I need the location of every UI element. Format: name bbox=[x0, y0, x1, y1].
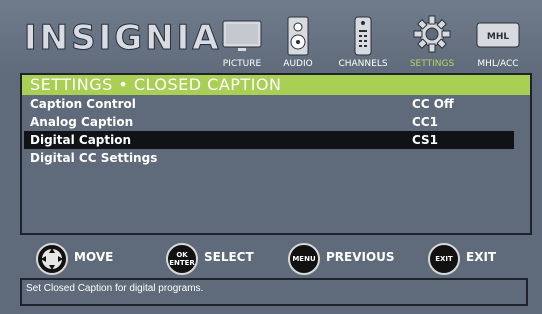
row-label: Caption Control bbox=[30, 97, 136, 111]
tv-icon bbox=[222, 20, 262, 58]
speaker-icon bbox=[287, 16, 309, 60]
row-analog-caption[interactable]: Analog Caption CC1 bbox=[22, 113, 530, 131]
exit-button-icon: EXIT bbox=[428, 243, 460, 275]
top-bar: INSIGNIA PICTURE AUDIO CHANNELS SETTINGS… bbox=[0, 0, 542, 75]
row-label: Digital CC Settings bbox=[30, 151, 158, 165]
row-digital-cc-settings[interactable]: Digital CC Settings bbox=[22, 149, 530, 167]
help-text: Set Closed Caption for digital programs. bbox=[26, 283, 204, 294]
gear-icon bbox=[412, 14, 452, 58]
brand-logo: INSIGNIA bbox=[24, 18, 222, 59]
menu-tabs: PICTURE AUDIO CHANNELS SETTINGS MHL MHL/… bbox=[212, 0, 542, 75]
mhl-icon: MHL bbox=[476, 22, 520, 52]
hint-previous-label: PREVIOUS bbox=[326, 250, 395, 264]
tab-mhl-acc-label: MHL/ACC bbox=[477, 59, 519, 69]
tab-channels[interactable]: CHANNELS bbox=[324, 0, 402, 75]
row-value: CC1 bbox=[412, 115, 438, 129]
row-digital-caption[interactable]: Digital Caption CS1 bbox=[24, 131, 514, 149]
tab-mhl-acc[interactable]: MHL MHL/ACC bbox=[464, 0, 532, 75]
help-text-box: Set Closed Caption for digital programs. bbox=[20, 278, 528, 306]
tab-audio-label: AUDIO bbox=[283, 59, 313, 69]
tab-audio[interactable]: AUDIO bbox=[274, 0, 322, 75]
button-hints: MOVE OK ENTER SELECT MENU PREVIOUS EXIT … bbox=[20, 243, 528, 277]
row-value: CS1 bbox=[412, 133, 439, 147]
row-label: Analog Caption bbox=[30, 115, 134, 129]
tv-menu-screen: INSIGNIA PICTURE AUDIO CHANNELS SETTINGS… bbox=[0, 0, 542, 314]
tab-settings[interactable]: SETTINGS bbox=[402, 0, 462, 75]
settings-panel: SETTINGS • CLOSED CAPTION Caption Contro… bbox=[20, 73, 532, 235]
settings-list: Caption Control CC Off Analog Caption CC… bbox=[22, 95, 530, 167]
mhl-badge-text: MHL bbox=[487, 32, 509, 42]
hint-select-label: SELECT bbox=[204, 250, 254, 264]
hint-exit-label: EXIT bbox=[466, 250, 497, 264]
row-label: Digital Caption bbox=[30, 133, 132, 147]
tab-channels-label: CHANNELS bbox=[338, 59, 388, 69]
dpad-icon bbox=[36, 243, 68, 275]
hint-move-label: MOVE bbox=[74, 250, 114, 264]
page-title: SETTINGS • CLOSED CAPTION bbox=[22, 75, 530, 95]
menu-button-icon: MENU bbox=[288, 243, 320, 275]
row-caption-control[interactable]: Caption Control CC Off bbox=[22, 95, 530, 113]
ok-enter-icon: OK ENTER bbox=[166, 243, 198, 275]
tab-picture[interactable]: PICTURE bbox=[212, 0, 272, 75]
row-value: CC Off bbox=[412, 97, 454, 111]
tab-picture-label: PICTURE bbox=[222, 59, 262, 69]
remote-icon bbox=[354, 16, 372, 60]
tab-settings-label: SETTINGS bbox=[409, 59, 455, 69]
